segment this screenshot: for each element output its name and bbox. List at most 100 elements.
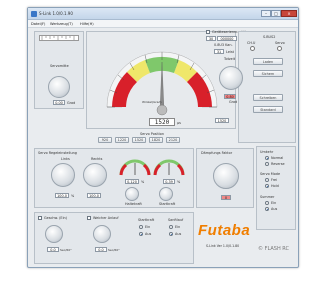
scale-ticks — [41, 36, 75, 40]
regel-left-value[interactable]: 100.0 — [55, 193, 69, 198]
regel-header: Servo Regeleinstellung — [38, 151, 77, 155]
gauge-readout: 1520 — [149, 118, 175, 126]
summer-aus-radio[interactable] — [265, 207, 269, 211]
save-button[interactable]: Sichern — [253, 70, 283, 77]
geschw-unit: Sec/60° — [60, 248, 72, 252]
umkehr-reverse-label: Reverse — [271, 162, 285, 166]
daempfung-value[interactable]: 0 — [221, 195, 231, 200]
servomitte-scale — [39, 35, 79, 41]
regel-right-knob[interactable] — [83, 163, 107, 187]
sanftlauf-aus-label: Aus — [175, 232, 182, 236]
totzeit-value[interactable]: 0.80 — [224, 94, 236, 99]
regel-right-value[interactable]: 100.0 — [87, 193, 101, 198]
summer-ein-radio[interactable] — [265, 201, 269, 205]
servo-led-icon — [277, 46, 282, 51]
haltekraft-value[interactable]: 0.120 — [125, 179, 139, 184]
maximize-button[interactable]: □ — [271, 10, 281, 17]
summer-label: Summer — [260, 195, 275, 199]
haltekraft-label: Haltekraft — [125, 202, 142, 206]
regel-panel: Servo Regeleinstellung Links Rechts 100.… — [34, 148, 194, 208]
regel-left-knob[interactable] — [51, 163, 75, 187]
servo-mode-frei-radio[interactable] — [265, 178, 269, 182]
sanftlauf-aus-radio[interactable] — [169, 232, 173, 236]
chu-led-icon — [250, 46, 255, 51]
app-window: S-Link 1.0/0.1.90 – □ × Datei(F) Werkzeu… — [27, 7, 299, 268]
led-servo-label: Servo — [275, 41, 285, 45]
servo-mode-label: Servo Mode — [260, 172, 281, 176]
startkraft-unit: % — [177, 180, 181, 184]
app-icon — [31, 11, 37, 17]
servomitte-knob[interactable] — [48, 76, 70, 98]
umkehr-normal-radio[interactable] — [265, 156, 269, 160]
menu-bar: Datei(F) Werkzeug(T) Hilfe(H) — [28, 20, 298, 28]
servomitte-panel: Servomitte 0.00 Grad — [34, 31, 84, 109]
geschw-value[interactable]: 0.0 — [47, 247, 59, 252]
daempfung-panel: Dämpfungs Faktor 0 — [196, 148, 254, 208]
geschw-checkbox[interactable] — [38, 216, 42, 220]
weicher-knob[interactable] — [93, 225, 111, 243]
menu-tools[interactable]: Werkzeug(T) — [50, 22, 73, 26]
startkraft-aus-label: Aus — [145, 232, 152, 236]
futaba-logo: Futaba — [198, 222, 251, 239]
haltekraft-knob[interactable] — [125, 187, 139, 201]
geschw-label: Geschw. (Ein) — [44, 216, 67, 220]
servo-position-header: Servo Position — [140, 132, 164, 136]
totzeit-unit: Grad — [229, 100, 238, 104]
position-button-1520[interactable]: 1520 — [132, 137, 146, 143]
sanftlauf-ein-label: Ein — [175, 225, 181, 229]
close-button[interactable]: × — [281, 10, 297, 17]
sanftlauf-ein-radio[interactable] — [169, 225, 173, 229]
startkraft-knob[interactable] — [159, 187, 173, 201]
umkehr-reverse-radio[interactable] — [265, 162, 269, 166]
menu-file[interactable]: Datei(F) — [31, 22, 45, 26]
sbus-header: S.BUS2 — [263, 35, 276, 39]
servo-mode-frei-label: Frei — [271, 178, 278, 182]
gauge-position-value[interactable]: 1520 — [215, 118, 229, 123]
startkraft-aus-radio[interactable] — [139, 232, 143, 236]
minimize-button[interactable]: – — [261, 10, 271, 17]
daempfung-knob[interactable] — [213, 163, 239, 189]
summer-aus-label: Aus — [271, 207, 278, 211]
position-button-1220[interactable]: 1220 — [115, 137, 129, 143]
channel-value[interactable]: 31 — [214, 49, 224, 54]
regel-left-label: Links — [61, 157, 70, 161]
weicher-checkbox[interactable] — [87, 216, 91, 220]
servomitte-value[interactable]: 0.00 — [53, 100, 65, 105]
serial-field-2[interactable]: 000000 — [217, 36, 237, 41]
serial-active-checkbox[interactable] — [206, 30, 210, 34]
position-button-920[interactable]: 920 — [98, 137, 112, 143]
regel-right-label: Rechts — [91, 157, 103, 161]
write-button[interactable]: Schreiben — [253, 94, 283, 101]
weicher-label: Weicher Anlauf — [93, 216, 119, 220]
gauge-readout-unit: µs — [177, 121, 181, 125]
startkraft2-label: Startkraft — [138, 218, 155, 222]
startkraft-ein-label: Ein — [145, 225, 151, 229]
totzeit-knob[interactable] — [219, 66, 243, 90]
power-label: Leist — [226, 50, 234, 54]
position-button-1820[interactable]: 1820 — [149, 137, 163, 143]
title-bar: S-Link 1.0/0.1.90 – □ × — [28, 8, 298, 20]
sanftlauf-label: Sanftlauf — [168, 218, 184, 222]
menu-help[interactable]: Hilfe(H) — [80, 22, 94, 26]
default-button[interactable]: Standard — [253, 106, 283, 113]
servomitte-unit: Grad — [67, 101, 76, 105]
channel-label: 0.8U3 Kan. — [214, 43, 233, 47]
startkraft-value[interactable]: 0.39 — [163, 179, 175, 184]
servo-mode-hold-label: Hold — [271, 184, 279, 188]
startkraft-ein-radio[interactable] — [139, 225, 143, 229]
serial-field-1[interactable]: 30 — [206, 36, 216, 41]
led-chu-label: CH.U — [247, 41, 256, 45]
daempfung-label: Dämpfungs Faktor — [201, 151, 233, 155]
load-button[interactable]: Laden — [253, 58, 283, 65]
totzeit-label: Totzeit — [224, 57, 236, 61]
version-label: S-Link Ver 1.0/0.1.80 — [206, 244, 240, 248]
regel-unit: % — [71, 194, 75, 198]
bottom-panel: Geschw. (Ein) 0.0 Sec/60° Weicher Anlauf… — [34, 212, 194, 264]
geschw-knob[interactable] — [45, 225, 63, 243]
servomitte-label: Servomitte — [50, 64, 69, 68]
startkraft-label: Startkraft — [159, 202, 176, 206]
weicher-value[interactable]: 0.0 — [95, 247, 107, 252]
position-button-2120[interactable]: 2120 — [166, 137, 180, 143]
gauge-center-label: Winkel(Grad) — [142, 100, 162, 104]
servo-mode-hold-radio[interactable] — [265, 184, 269, 188]
